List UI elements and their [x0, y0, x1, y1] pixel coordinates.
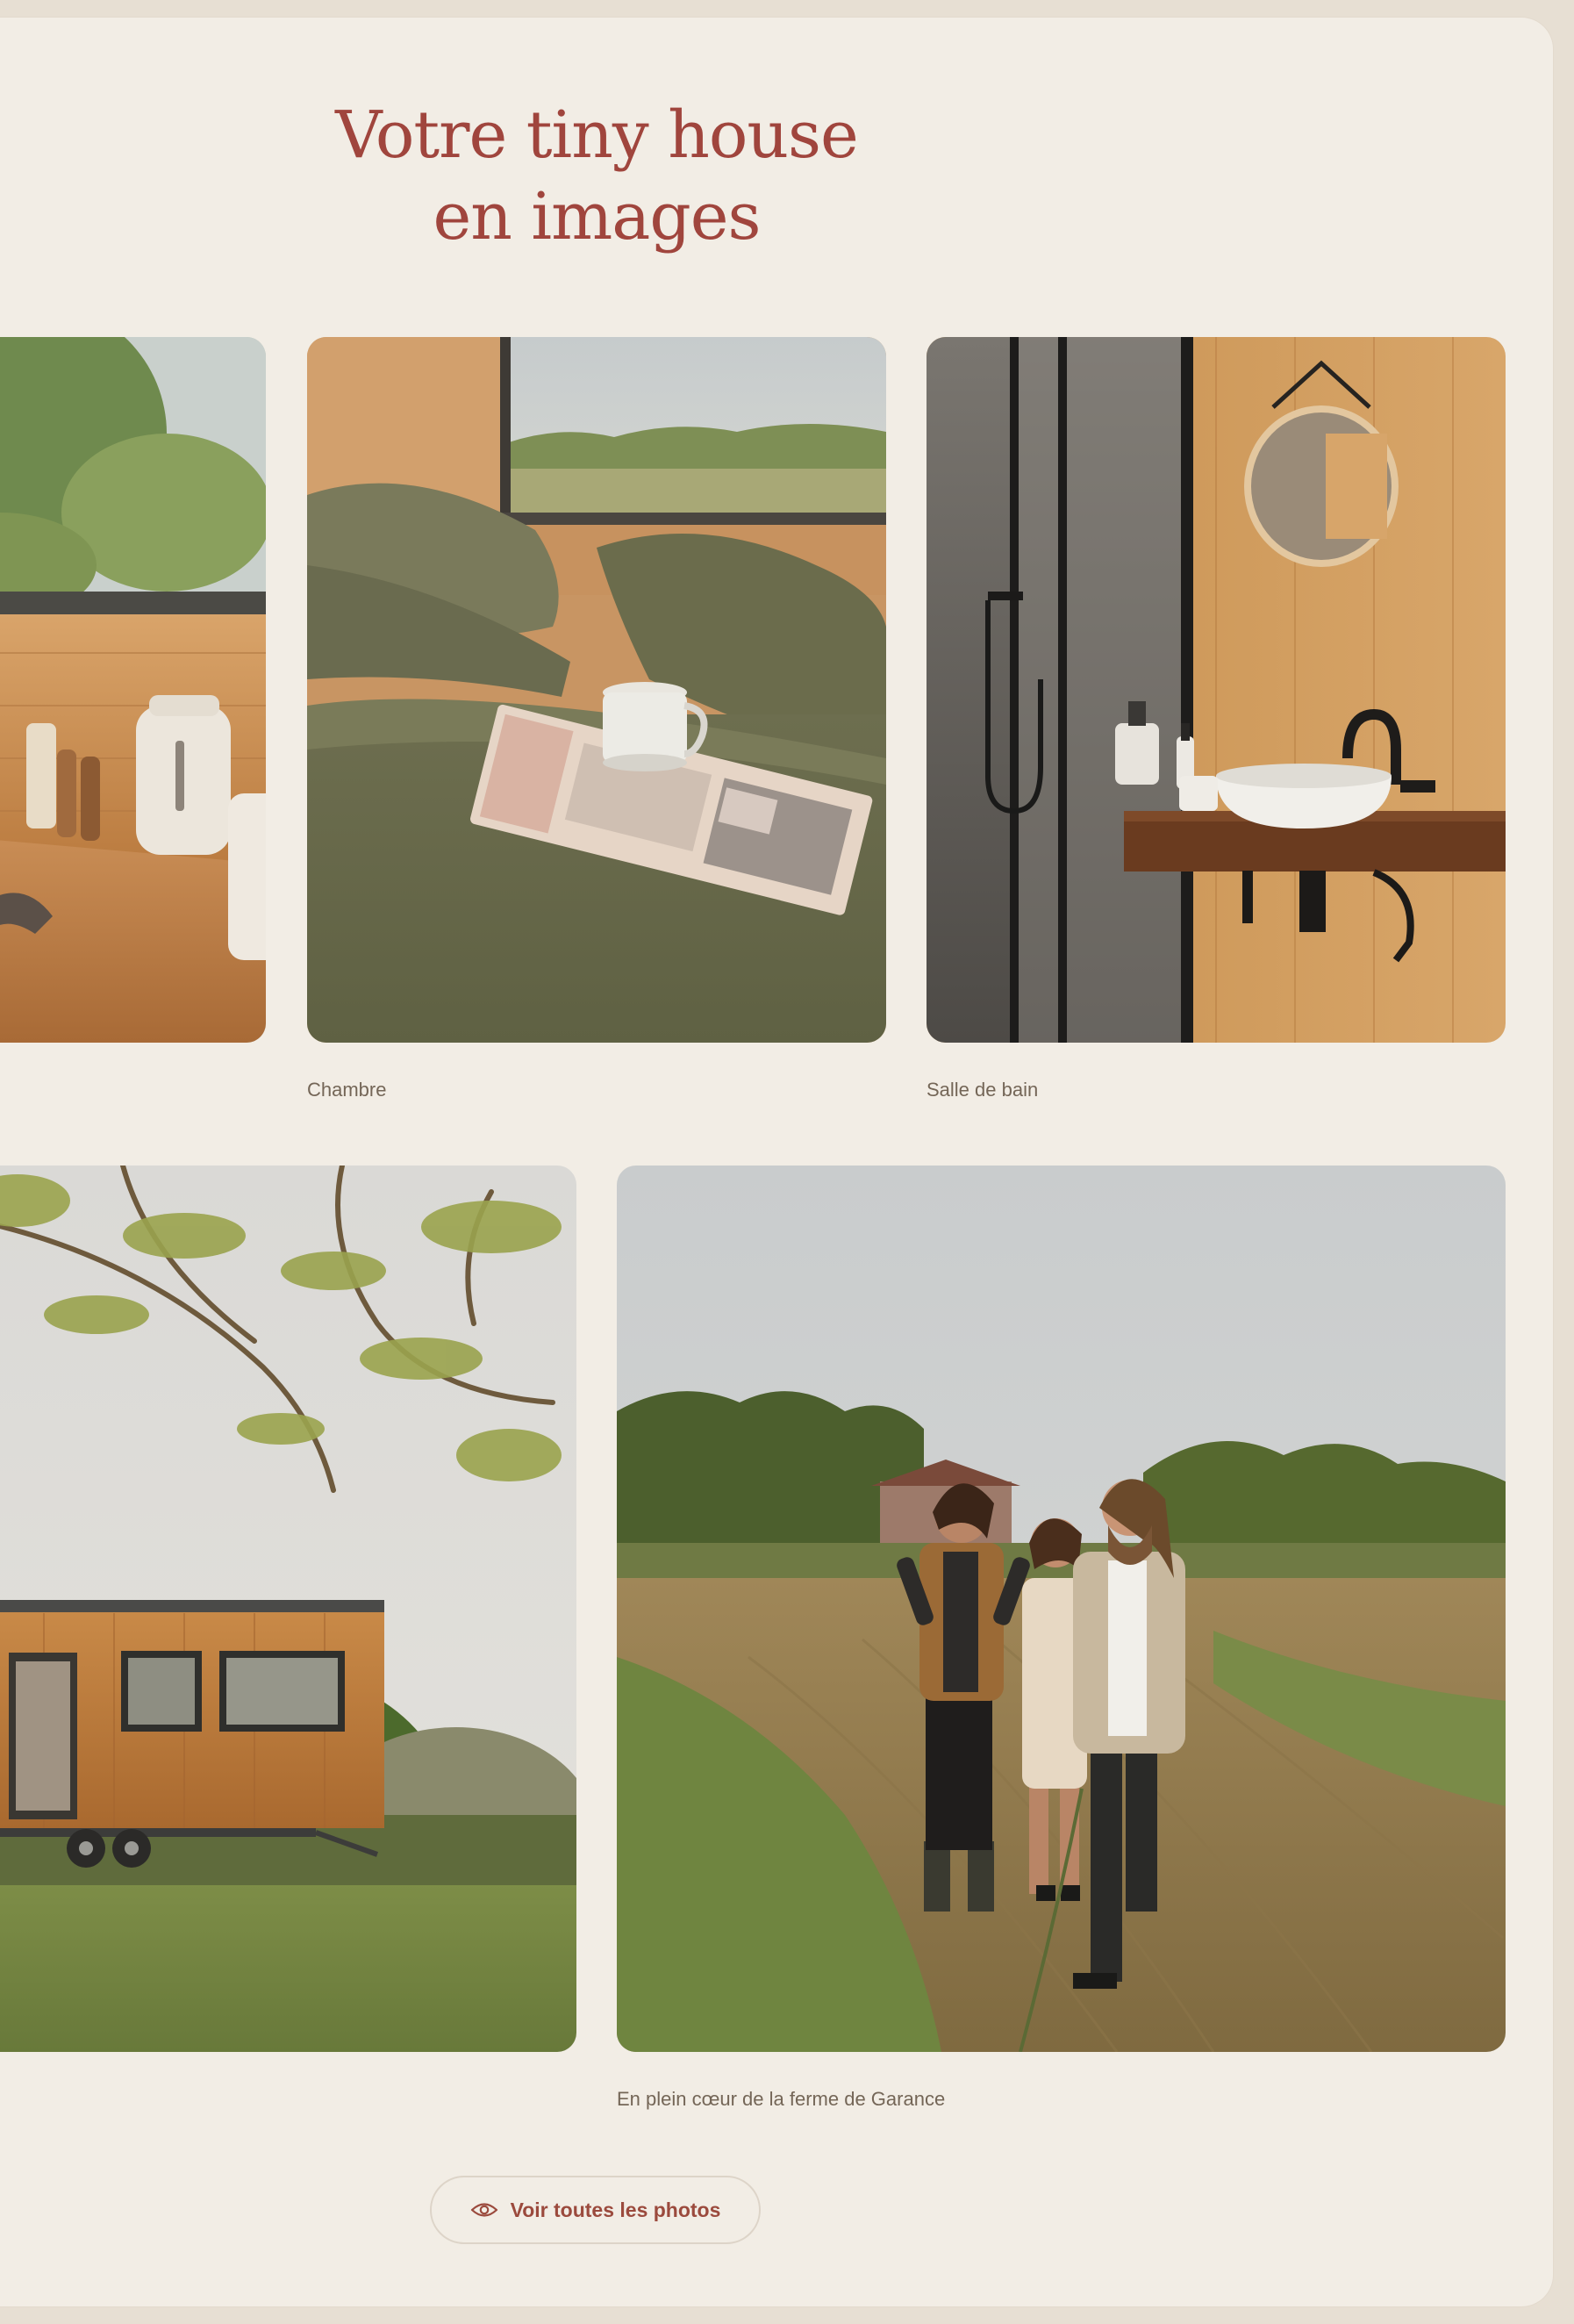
photo-tiny-house-exterior-image [0, 1166, 576, 2052]
photo-bathroom-image [927, 337, 1506, 1043]
photo-bedroom-image [307, 337, 886, 1043]
photo-bathroom-caption: Salle de bain [927, 1079, 1039, 1101]
photo-kitchen-image [0, 337, 266, 1043]
photo-tiny-house-exterior[interactable] [0, 1166, 576, 2052]
section-title-line-1: Votre tiny house [335, 97, 859, 173]
photo-ferme-garance[interactable] [617, 1166, 1506, 2052]
photo-bedroom-caption: Chambre [307, 1079, 387, 1101]
view-all-photos-button[interactable]: Voir toutes les photos [430, 2176, 761, 2244]
photo-ferme-garance-image [617, 1166, 1506, 2052]
photo-kitchen[interactable] [0, 337, 266, 1043]
section-title-line-2: en images [433, 179, 761, 255]
photo-bedroom[interactable] [307, 337, 886, 1043]
section-title: Votre tiny house en images [246, 95, 948, 258]
photo-ferme-garance-caption: En plein cœur de la ferme de Garance [617, 2088, 946, 2110]
eye-icon [470, 2203, 497, 2217]
photo-bathroom[interactable] [927, 337, 1506, 1043]
view-all-photos-label: Voir toutes les photos [510, 2198, 721, 2221]
